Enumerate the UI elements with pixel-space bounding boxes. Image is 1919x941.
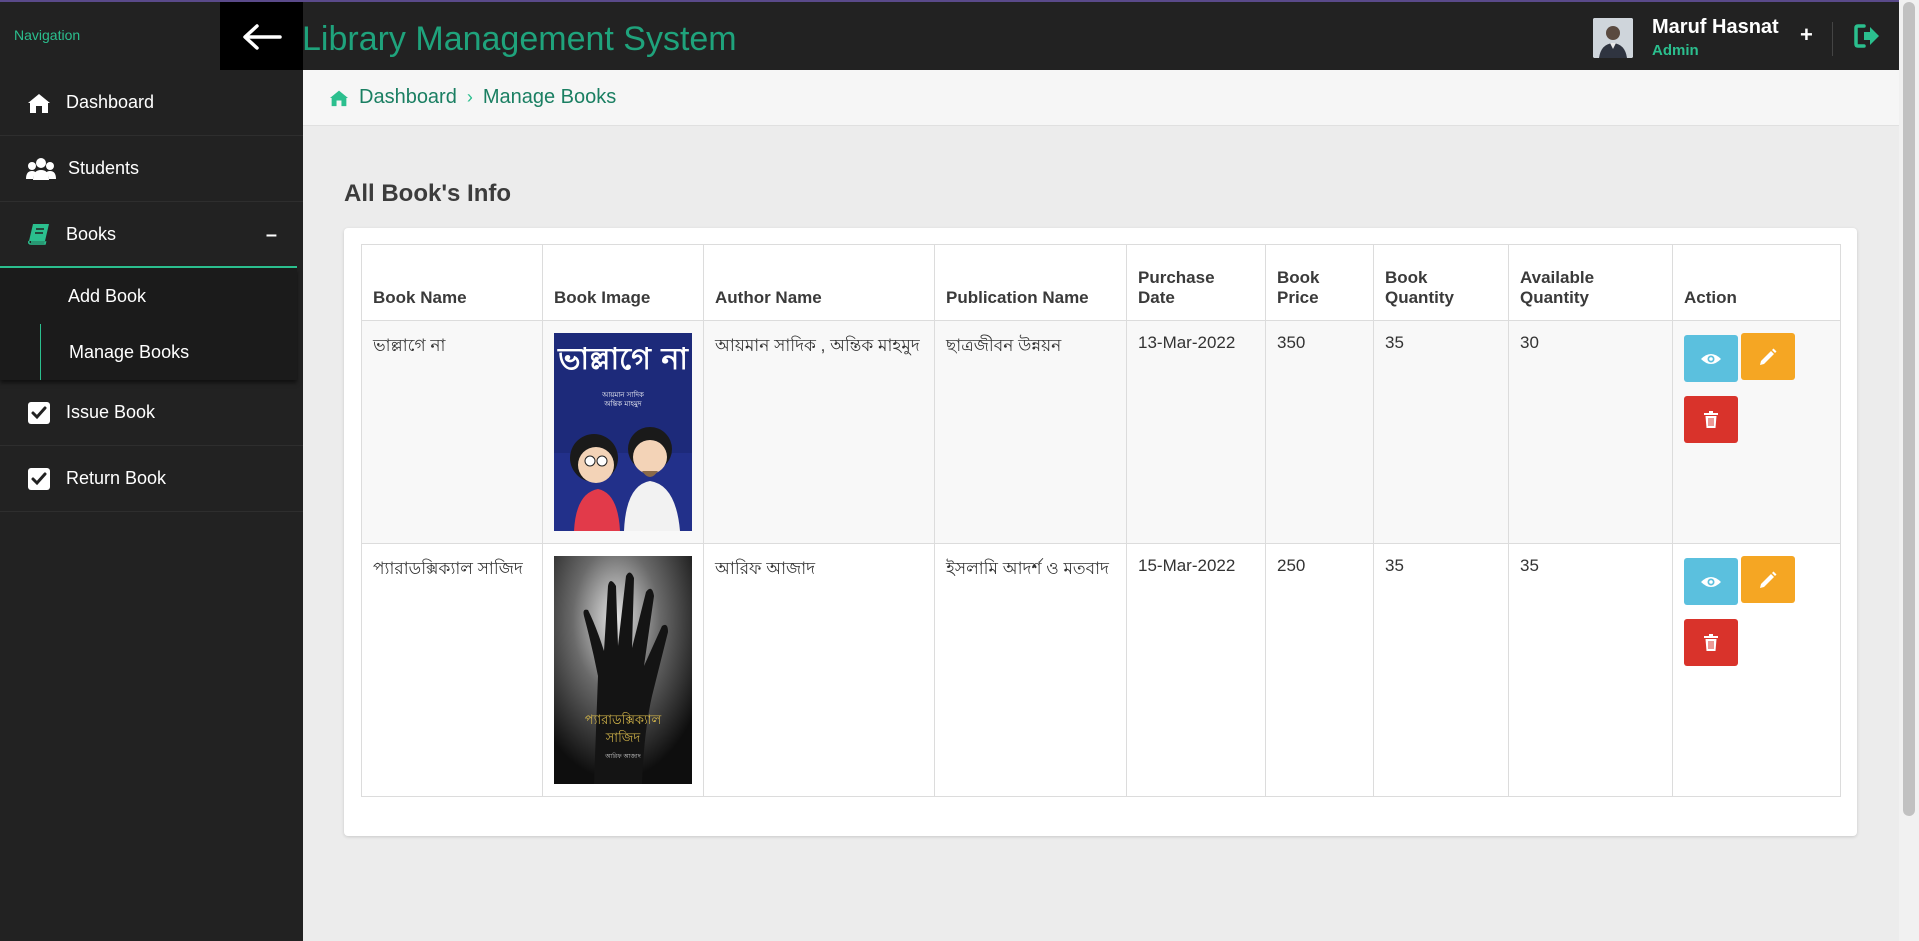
cover-title: সাজিদ: [605, 730, 641, 746]
table-row: ভাল্লাগে না ভাল্লাগে না আয়মান সাদিক অন্…: [361, 320, 1841, 544]
delete-button[interactable]: [1684, 396, 1738, 443]
column-header: Book Price: [1265, 244, 1374, 321]
avatar[interactable]: [1593, 18, 1633, 58]
navigation-label: Navigation: [14, 27, 81, 43]
cover-title: ভাল্লাগে না: [557, 342, 689, 377]
book-name-cell: প্যারাডক্সিক্যাল সাজিদ: [361, 543, 543, 797]
app-title: Library Management System: [302, 20, 737, 58]
users-icon: [26, 156, 56, 182]
breadcrumb: Dashboard › Manage Books: [303, 70, 1899, 126]
eye-icon: [1701, 353, 1721, 364]
pencil-icon: [1760, 571, 1777, 588]
sidebar-item-label: Issue Book: [66, 402, 156, 422]
book-icon: [26, 221, 52, 247]
price-cell: 350: [1265, 320, 1374, 544]
pencil-icon: [1760, 348, 1777, 365]
cover-authors: আয়মান সাদিক: [601, 391, 644, 399]
page-title: All Book's Info: [344, 180, 512, 207]
cover-title: প্যারাডক্সিক্যাল: [585, 712, 662, 728]
action-cell: [1672, 320, 1841, 544]
divider: [1832, 22, 1833, 56]
available-cell: 35: [1508, 543, 1673, 797]
checkbox-icon: [26, 400, 52, 426]
collapse-toggle[interactable]: –: [266, 224, 277, 247]
sidebar-item-label: Books: [66, 223, 117, 244]
submenu-item-manage-books[interactable]: Manage Books: [40, 324, 297, 380]
delete-button[interactable]: [1684, 619, 1738, 666]
sidebar-item-books[interactable]: Books –: [0, 202, 297, 268]
column-header: Purchase Date: [1126, 244, 1266, 321]
action-cell: [1672, 543, 1841, 797]
table-header-row: Book Name Book Image Author Name Publica…: [361, 244, 1841, 321]
sidebar-item-label: Return Book: [66, 468, 167, 488]
book-image-cell: ভাল্লাগে না আয়মান সাদিক অন্তিক মাহমুদ: [542, 320, 704, 544]
column-header: Book Name: [361, 244, 543, 321]
submenu-item-add-book[interactable]: Add Book: [0, 268, 297, 324]
logout-button[interactable]: [1853, 23, 1881, 54]
purchase-date-cell: 13-Mar-2022: [1126, 320, 1266, 544]
books-submenu: Add Book Manage Books: [0, 268, 297, 380]
user-role: Admin: [1652, 42, 1699, 59]
home-icon: [329, 89, 349, 107]
book-name-cell: ভাল্লাগে না: [361, 320, 543, 544]
arrow-left-icon: [242, 24, 282, 50]
sidebar-item-students[interactable]: Students: [0, 136, 303, 202]
column-header: Book Image: [542, 244, 704, 321]
sidebar-item-dashboard[interactable]: Dashboard: [0, 70, 303, 136]
author-cell: আরিফ আজাদ: [703, 543, 935, 797]
view-button[interactable]: [1684, 558, 1738, 605]
cover-authors: আরিফ আজাদ: [604, 753, 641, 760]
book-cover-image: প্যারাডক্সিক্যাল সাজিদ আরিফ আজাদ: [554, 556, 692, 784]
quantity-cell: 35: [1373, 320, 1509, 544]
trash-icon: [1704, 411, 1718, 428]
book-image-cell: প্যারাডক্সিক্যাল সাজিদ আরিফ আজাদ: [542, 543, 704, 797]
books-table: Book Name Book Image Author Name Publica…: [361, 244, 1841, 797]
logout-icon: [1854, 24, 1879, 48]
scrollbar-thumb[interactable]: [1903, 2, 1915, 816]
price-cell: 250: [1265, 543, 1374, 797]
books-card: Book Name Book Image Author Name Publica…: [344, 228, 1857, 836]
table-row: প্যারাডক্সিক্যাল সাজিদ প্যারাডক্সিক্যাল …: [361, 543, 1841, 797]
breadcrumb-home-link[interactable]: Dashboard: [359, 86, 457, 109]
chevron-right-icon: ›: [466, 87, 473, 107]
sidebar-item-return-book[interactable]: Return Book: [0, 446, 303, 512]
checkbox-icon: [26, 466, 52, 492]
column-header: Action: [1672, 244, 1841, 321]
eye-icon: [1701, 576, 1721, 587]
home-icon: [26, 90, 52, 116]
sidebar-item-label: Dashboard: [66, 92, 155, 112]
edit-button[interactable]: [1741, 556, 1795, 603]
cover-authors: অন্তিক মাহমুদ: [603, 400, 641, 408]
publication-cell: ইসলামি আদর্শ ও মতবাদ: [934, 543, 1127, 797]
purchase-date-cell: 15-Mar-2022: [1126, 543, 1266, 797]
column-header: Author Name: [703, 244, 935, 321]
edit-button[interactable]: [1741, 333, 1795, 380]
sidebar: Dashboard Students Books – Add Book Mana…: [0, 70, 303, 941]
sidebar-item-label: Students: [68, 158, 140, 178]
available-cell: 30: [1508, 320, 1673, 544]
quantity-cell: 35: [1373, 543, 1509, 797]
column-header: Book Quantity: [1373, 244, 1509, 321]
publication-cell: ছাত্রজীবন উন্নয়ন: [934, 320, 1127, 544]
view-button[interactable]: [1684, 335, 1738, 382]
column-header: Available Quantity: [1508, 244, 1673, 321]
trash-icon: [1704, 634, 1718, 651]
sidebar-toggle-button[interactable]: [220, 2, 303, 72]
user-menu-plus-button[interactable]: +: [1800, 22, 1813, 48]
author-cell: আয়মান সাদিক , অন্তিক মাহমুদ: [703, 320, 935, 544]
book-cover-image: ভাল্লাগে না আয়মান সাদিক অন্তিক মাহমুদ: [554, 333, 692, 531]
top-navbar: Navigation Library Management System Mar…: [0, 0, 1899, 72]
user-name: Maruf Hasnat: [1652, 16, 1779, 38]
breadcrumb-current: Manage Books: [482, 86, 617, 108]
page-scrollbar[interactable]: [1899, 0, 1919, 941]
column-header: Publication Name: [934, 244, 1127, 321]
sidebar-item-issue-book[interactable]: Issue Book: [0, 380, 303, 446]
